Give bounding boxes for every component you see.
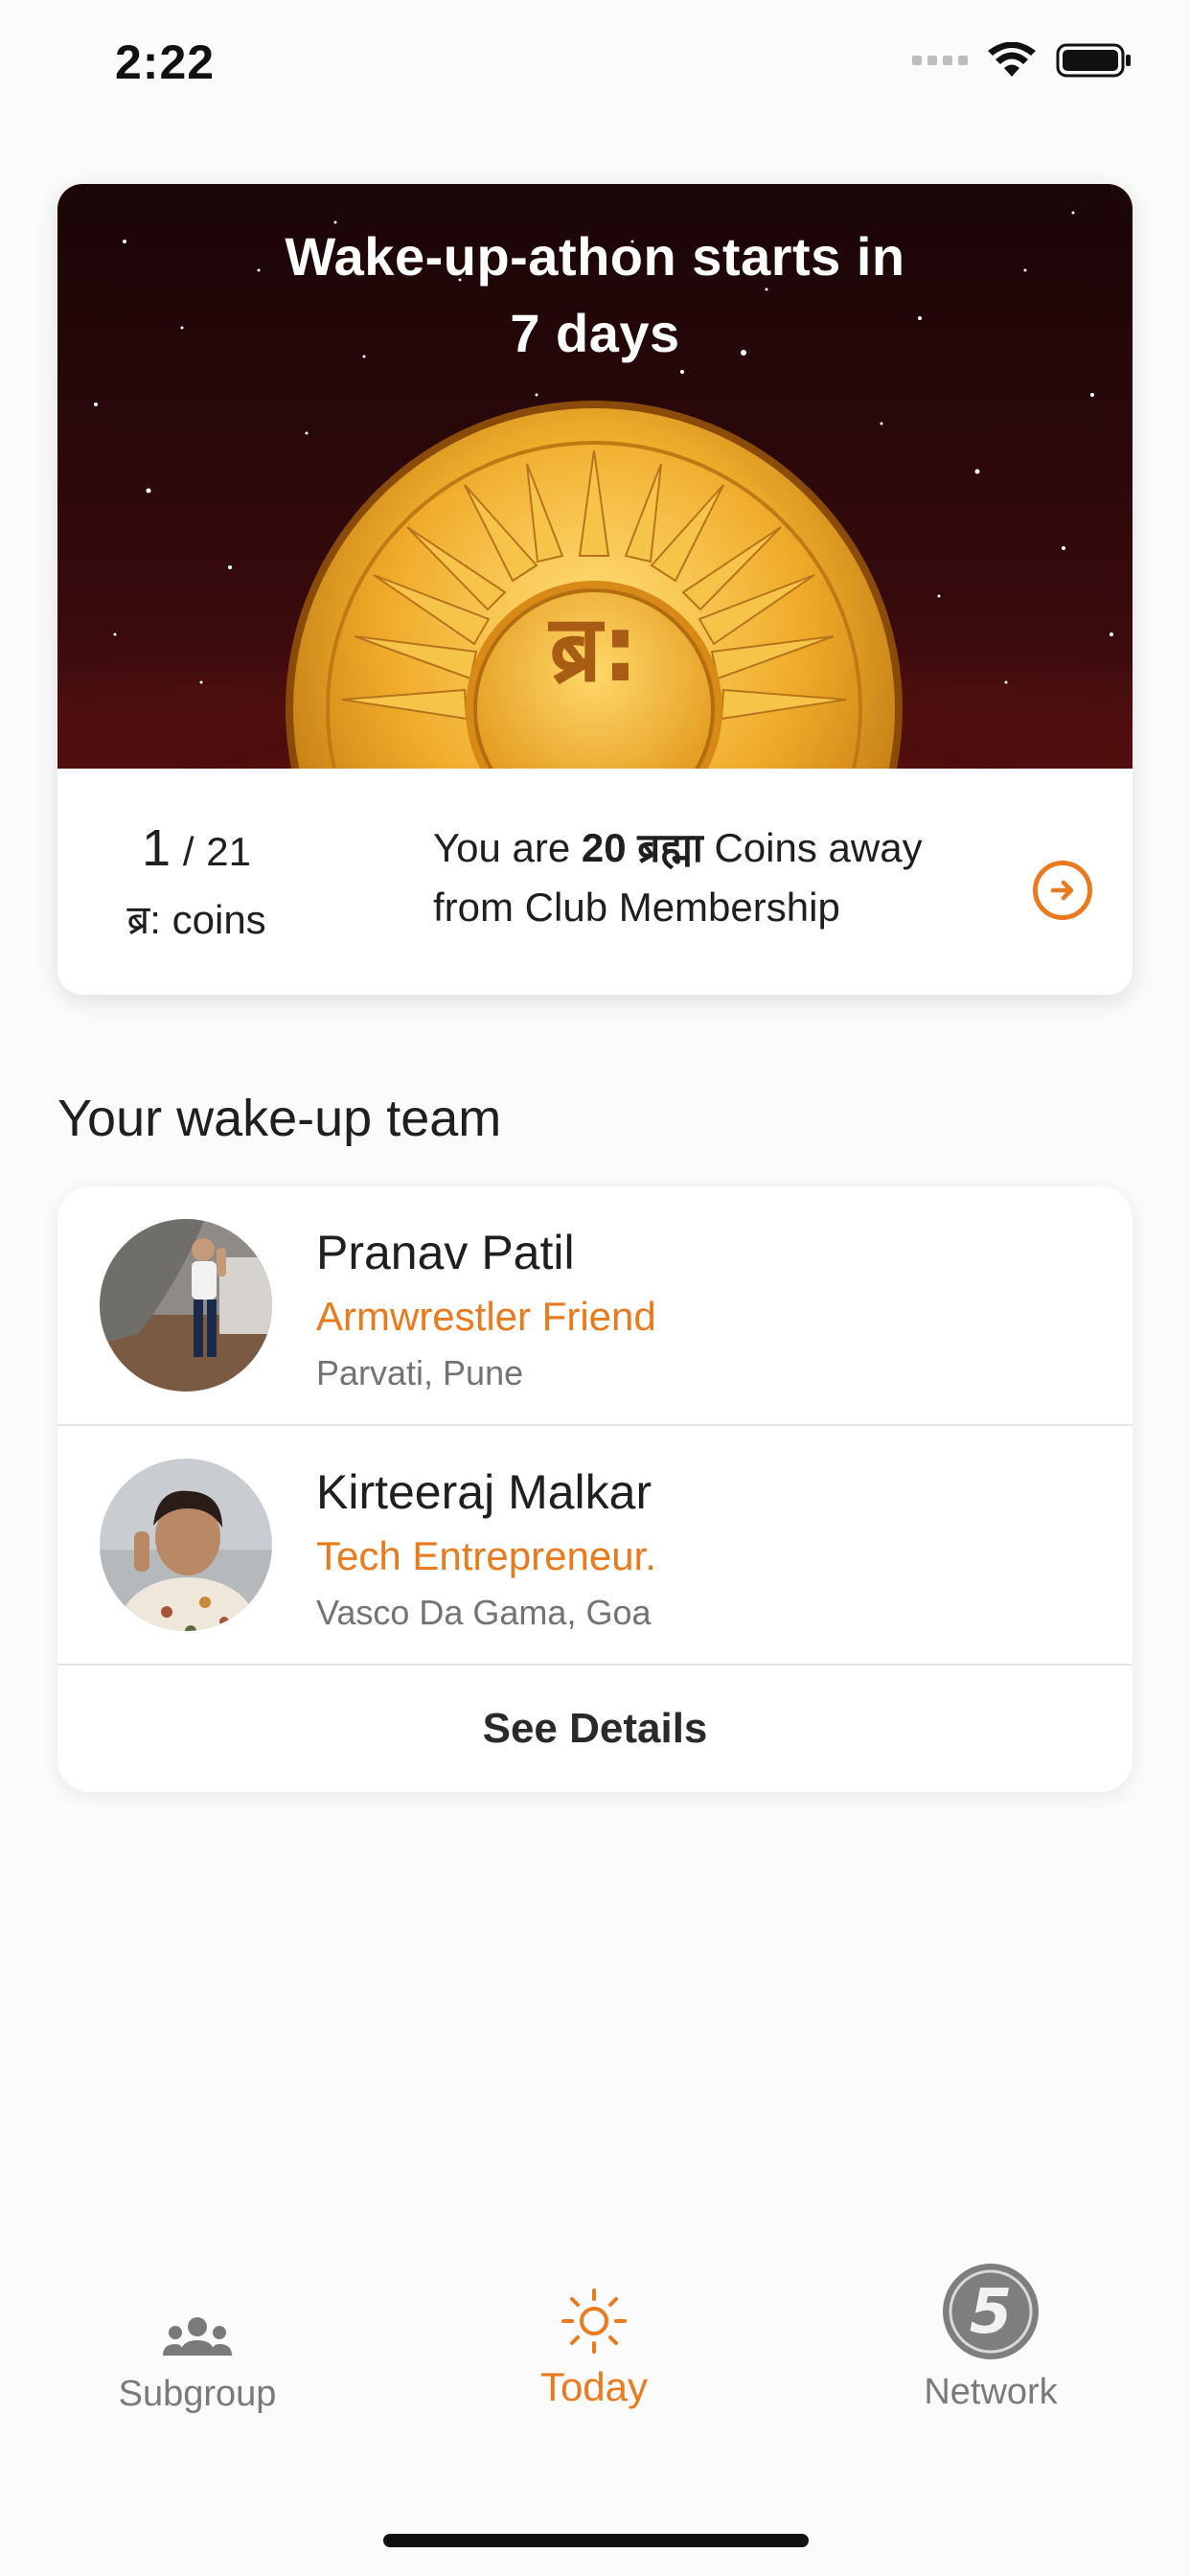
message-prefix: You are (433, 825, 571, 870)
message-amount: 20 ब्रह्मा (581, 825, 703, 870)
wifi-icon (988, 42, 1036, 77)
message-suffix: Coins away (714, 825, 923, 870)
see-details-button[interactable]: See Details (57, 1666, 1133, 1792)
network-badge-number: 5 (970, 2277, 1013, 2348)
coins-total: 21 (206, 829, 251, 874)
coin-count: 1 / 21 ब्र: coins (96, 818, 297, 946)
coin-symbol-text: ब्र: (547, 595, 638, 702)
tab-today[interactable]: Today (450, 2281, 738, 2410)
tab-subgroup[interactable]: Subgroup (54, 2281, 341, 2415)
member-name: Pranav Patil (316, 1226, 575, 1279)
coins-unit-label: ब्र: coins (126, 897, 266, 942)
arrow-right-button[interactable] (1033, 861, 1092, 920)
tab-network[interactable]: 5 Network (847, 2264, 1134, 2413)
member-photo-icon (100, 1459, 272, 1631)
member-tag: Tech Entrepreneur. (316, 1533, 656, 1578)
member-location: Parvati, Pune (316, 1353, 524, 1392)
sun-icon (561, 2288, 627, 2354)
brahma-coin-icon: ब्र: (286, 401, 903, 769)
wakeup-team-heading: Your wake-up team (57, 1090, 502, 1147)
wakeupathon-countdown-title: Wake-up-athon starts in 7 days (57, 218, 1133, 372)
status-time: 2:22 (115, 35, 216, 89)
coins-earned: 1 (142, 819, 172, 877)
member-photo-icon (100, 1219, 272, 1392)
club-membership-message: You are 20 ब्रह्मा Coins away from Club … (433, 818, 1008, 937)
coin-hero-banner: Wake-up-athon starts in 7 days ब्र: (57, 184, 1133, 769)
message-line2: from Club Membership (433, 885, 840, 930)
team-member-row[interactable]: Pranav Patil Armwrestler Friend Parvati,… (57, 1186, 1133, 1424)
group-icon (163, 2317, 232, 2356)
avatar (100, 1459, 272, 1631)
team-member-row[interactable]: Kirteeraj Malkar Tech Entrepreneur. Vasc… (57, 1426, 1133, 1664)
coins-separator: / (182, 829, 195, 874)
member-name: Kirteeraj Malkar (316, 1465, 652, 1519)
tab-today-label: Today (539, 2364, 649, 2409)
member-location: Vasco Da Gama, Goa (316, 1593, 652, 1632)
arrow-right-icon (1050, 880, 1074, 901)
countdown-title-line2: 7 days (510, 303, 680, 363)
bottom-nav: Subgroup Today 5 Network (0, 2264, 1190, 2472)
battery-icon (1056, 43, 1131, 78)
member-tag: Armwrestler Friend (316, 1294, 656, 1339)
status-icons (912, 42, 1133, 79)
five-badge-icon: 5 (943, 2264, 1039, 2359)
wakeup-team-card: Pranav Patil Armwrestler Friend Parvati,… (57, 1186, 1133, 1792)
cellular-signal-icon (912, 56, 968, 65)
countdown-title-line1: Wake-up-athon starts in (285, 226, 905, 287)
status-bar: 2:22 (0, 0, 1190, 134)
home-indicator[interactable] (383, 2534, 809, 2547)
coin-progress-card[interactable]: Wake-up-athon starts in 7 days ब्र: 1 / … (57, 184, 1133, 995)
coin-progress-info: 1 / 21 ब्र: coins You are 20 ब्रह्मा Coi… (57, 769, 1133, 995)
tab-network-label: Network (924, 2372, 1058, 2412)
tab-subgroup-label: Subgroup (118, 2374, 277, 2414)
avatar (100, 1219, 272, 1392)
